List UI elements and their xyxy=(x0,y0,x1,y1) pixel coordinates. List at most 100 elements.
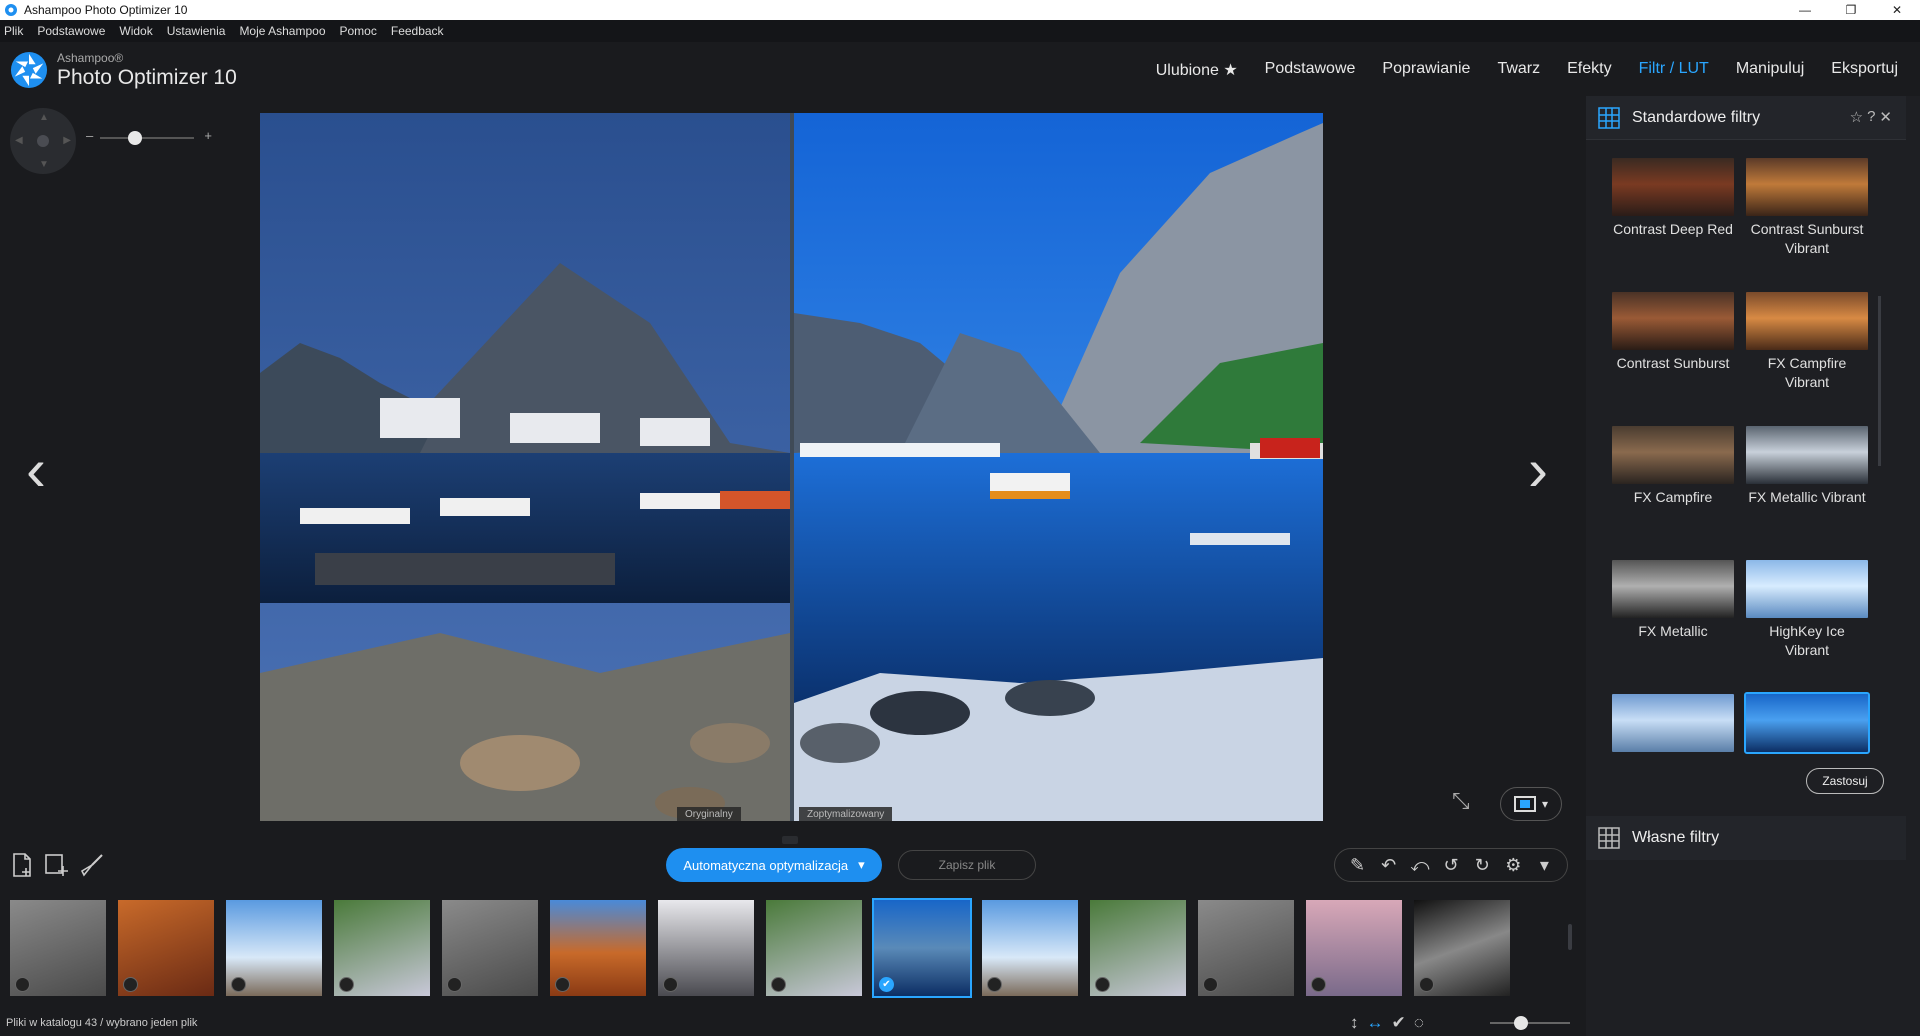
thumbnail-select-checkbox[interactable] xyxy=(231,977,246,992)
filmstrip-thumbnail[interactable] xyxy=(226,900,322,996)
collapse-filmstrip-handle[interactable] xyxy=(782,836,798,844)
filter-preset[interactable]: FX Campfire xyxy=(1612,426,1734,507)
menu-item-moje-ashampoo[interactable]: Moje Ashampoo xyxy=(239,24,325,38)
undo-icon[interactable]: ↶ xyxy=(1376,855,1401,876)
pan-up-icon[interactable]: ▲ xyxy=(39,112,49,123)
filmstrip-thumbnail[interactable] xyxy=(658,900,754,996)
thumbnail-size-track[interactable] xyxy=(1490,1022,1570,1024)
filmstrip-thumbnail[interactable] xyxy=(1414,900,1510,996)
image-viewer[interactable]: Oryginalny Zoptymalizowany xyxy=(260,113,1323,821)
filter-preset[interactable] xyxy=(1612,694,1734,756)
auto-optimize-dropdown-icon[interactable]: ▾ xyxy=(858,857,865,873)
tab-poprawianie[interactable]: Poprawianie xyxy=(1382,60,1470,80)
filter-preset[interactable]: Contrast Deep Red xyxy=(1612,158,1734,239)
view-dropdown-icon[interactable]: ▾ xyxy=(1542,797,1548,811)
filter-preset[interactable]: FX Metallic xyxy=(1612,560,1734,641)
thumbnail-select-checkbox[interactable] xyxy=(123,977,138,992)
deselect-icon[interactable]: ◌ xyxy=(1414,1013,1424,1033)
thumbnail-select-checkbox[interactable] xyxy=(447,977,462,992)
thumbnail-select-checkbox[interactable] xyxy=(663,977,678,992)
pan-left-icon[interactable]: ◀ xyxy=(15,135,23,146)
tab-manipuluj[interactable]: Manipuluj xyxy=(1736,60,1804,80)
tab-twarz[interactable]: Twarz xyxy=(1497,60,1540,80)
filmstrip-thumbnail[interactable] xyxy=(334,900,430,996)
clear-list-brush-icon[interactable] xyxy=(78,851,106,879)
filmstrip-thumbnail[interactable] xyxy=(442,900,538,996)
add-file-icon[interactable] xyxy=(8,851,36,879)
filter-preset[interactable] xyxy=(1744,692,1870,756)
menu-item-pomoc[interactable]: Pomoc xyxy=(340,24,377,38)
settings-gear-icon[interactable]: ⚙ xyxy=(1501,855,1526,876)
menu-item-plik[interactable]: Plik xyxy=(4,24,23,38)
help-icon[interactable]: ? xyxy=(1867,108,1875,126)
thumbnail-select-checkbox[interactable] xyxy=(1095,977,1110,992)
add-folder-icon[interactable] xyxy=(42,851,70,879)
zoom-knob[interactable] xyxy=(128,131,142,145)
filter-preset[interactable]: HighKey Ice Vibrant xyxy=(1746,560,1868,660)
close-button[interactable]: ✕ xyxy=(1874,0,1920,20)
pan-navigator[interactable]: ▲ ▼ ◀ ▶ xyxy=(10,108,76,174)
menu-item-podstawowe[interactable]: Podstawowe xyxy=(37,24,105,38)
minimize-button[interactable]: — xyxy=(1782,0,1828,20)
pan-right-icon[interactable]: ▶ xyxy=(63,135,71,146)
thumbnail-select-checkbox[interactable] xyxy=(1419,977,1434,992)
filmstrip-thumbnail[interactable] xyxy=(1090,900,1186,996)
filmstrip-thumbnail[interactable] xyxy=(10,900,106,996)
filmstrip-thumbnail[interactable] xyxy=(1306,900,1402,996)
tab-podstawowe[interactable]: Podstawowe xyxy=(1265,60,1356,80)
thumbnail-select-checkbox[interactable] xyxy=(339,977,354,992)
standard-filters-header[interactable]: Standardowe filtry ☆ ? ✕ xyxy=(1586,96,1906,140)
magic-wand-icon[interactable]: ✎ xyxy=(1345,855,1370,876)
tools-dropdown-icon[interactable]: ▾ xyxy=(1532,855,1557,876)
apply-filter-button[interactable]: Zastosuj xyxy=(1806,768,1884,794)
undo-all-icon[interactable]: ⤺ xyxy=(1407,855,1432,876)
thumbnail-size-slider[interactable] xyxy=(1490,1016,1570,1030)
thumbnail-size-knob[interactable] xyxy=(1514,1016,1528,1030)
restore-button[interactable]: ❐ xyxy=(1828,0,1874,20)
tab-efekty[interactable]: Efekty xyxy=(1567,60,1611,80)
thumbnail-select-checkbox[interactable] xyxy=(771,977,786,992)
filter-preset[interactable]: FX Campfire Vibrant xyxy=(1746,292,1868,392)
filmstrip-thumbnail[interactable] xyxy=(1198,900,1294,996)
thumbnail-select-checkbox[interactable] xyxy=(1203,977,1218,992)
filmstrip-scrollbar[interactable] xyxy=(1568,924,1572,950)
fit-height-icon[interactable]: ↕ xyxy=(1350,1013,1359,1033)
thumbnail-select-checkbox[interactable] xyxy=(15,977,30,992)
auto-optimize-button[interactable]: Automatyczna optymalizacja ▾ xyxy=(666,848,882,882)
thumbnail-select-checkbox[interactable] xyxy=(1311,977,1326,992)
pan-center[interactable] xyxy=(37,135,49,147)
filter-preset[interactable]: Contrast Sunburst Vibrant xyxy=(1746,158,1868,258)
filmstrip-thumbnail[interactable] xyxy=(766,900,862,996)
filmstrip-thumbnail[interactable] xyxy=(982,900,1078,996)
fit-width-icon[interactable]: ↔ xyxy=(1367,1013,1384,1033)
zoom-out-icon[interactable]: – xyxy=(86,128,93,143)
filmstrip-thumbnail[interactable] xyxy=(118,900,214,996)
menu-item-ustawienia[interactable]: Ustawienia xyxy=(167,24,226,38)
pan-down-icon[interactable]: ▼ xyxy=(39,159,49,170)
zoom-slider[interactable]: – + xyxy=(86,128,212,148)
filmstrip-thumbnail[interactable]: ✔ xyxy=(872,898,972,998)
save-file-button[interactable]: Zapisz plik xyxy=(898,850,1036,880)
select-all-icon[interactable]: ✔ xyxy=(1392,1013,1406,1033)
next-image-arrow-icon[interactable]: › xyxy=(1528,440,1548,500)
split-view-toggle[interactable]: ▾ xyxy=(1500,787,1562,821)
star-outline-icon[interactable]: ☆ xyxy=(1850,108,1863,126)
tab-filtr-lut[interactable]: Filtr / LUT xyxy=(1639,60,1709,80)
filters-scrollbar[interactable] xyxy=(1878,156,1881,756)
menu-item-feedback[interactable]: Feedback xyxy=(391,24,444,38)
filters-scroll-thumb[interactable] xyxy=(1878,296,1881,466)
own-filters-header[interactable]: Własne filtry xyxy=(1586,816,1906,860)
rotate-left-icon[interactable]: ↺ xyxy=(1438,855,1463,876)
fit-to-window-icon[interactable]: ⤡ xyxy=(1452,788,1470,814)
tab-ulubione[interactable]: Ulubione ★ xyxy=(1156,60,1238,80)
thumbnail-select-checkbox[interactable]: ✔ xyxy=(879,977,894,992)
filter-preset[interactable]: FX Metallic Vibrant xyxy=(1746,426,1868,507)
previous-image-arrow-icon[interactable]: ‹ xyxy=(26,440,46,500)
close-circle-icon[interactable]: ✕ xyxy=(1879,108,1892,126)
zoom-in-icon[interactable]: + xyxy=(204,128,212,143)
filter-preset[interactable]: Contrast Sunburst xyxy=(1612,292,1734,373)
thumbnail-select-checkbox[interactable] xyxy=(555,977,570,992)
zoom-track[interactable] xyxy=(100,137,194,139)
thumbnail-select-checkbox[interactable] xyxy=(987,977,1002,992)
tab-eksportuj[interactable]: Eksportuj xyxy=(1831,60,1898,80)
